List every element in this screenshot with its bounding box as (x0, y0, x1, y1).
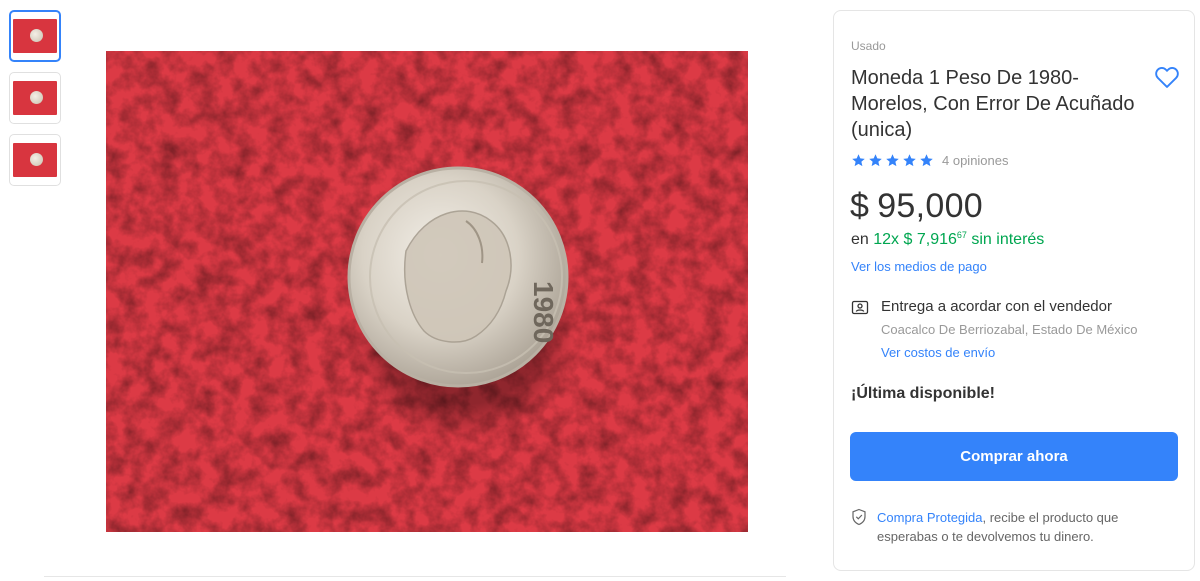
star-icon (886, 154, 899, 167)
product-title: Moneda 1 Peso De 1980- Morelos, Con Erro… (851, 67, 1135, 141)
star-icon (903, 154, 916, 167)
thumbnail-image (13, 143, 57, 177)
price-amount: 95,000 (877, 187, 984, 225)
installments-prefix: en (851, 231, 869, 248)
coin-photo: 1980 (106, 51, 748, 532)
shipping-costs-link[interactable]: Ver costos de envío (881, 345, 995, 360)
thumbnail-2[interactable] (9, 72, 61, 124)
installments-amount: 7,916 (916, 231, 957, 248)
installments-cents: 67 (956, 230, 967, 240)
star-rating (851, 153, 934, 168)
favorite-button[interactable] (1153, 63, 1181, 91)
payment-methods-link[interactable]: Ver los medios de pago (851, 259, 987, 274)
main-product-image[interactable]: 1980 (106, 51, 748, 532)
thumbnail-1[interactable] (9, 10, 61, 62)
installments-count: 12x (873, 231, 900, 248)
thumbnail-image (13, 81, 57, 115)
thumbnail-gallery (9, 10, 61, 196)
rating[interactable]: 4 opiniones (851, 153, 1009, 168)
thumbnail-image (13, 19, 57, 53)
buy-now-button[interactable]: Comprar ahora (850, 432, 1178, 481)
star-icon (920, 154, 933, 167)
protection-link[interactable]: Compra Protegida (877, 510, 983, 525)
coin-year-text: 1980 (528, 281, 559, 343)
seller-location: Coacalco De Berriozabal, Estado De Méxic… (881, 322, 1138, 337)
heart-outline-icon (1155, 67, 1179, 88)
stock-status: ¡Última disponible! (851, 385, 995, 402)
installments-offer: 12x $ 7,91667 sin interés (873, 230, 1045, 248)
divider (44, 576, 786, 577)
item-condition: Usado (851, 39, 886, 53)
protection-text: Compra Protegida, recibe el producto que… (877, 508, 1177, 546)
delivery-title: Entrega a acordar con el vendedor (881, 298, 1112, 315)
installments-currency: $ (903, 231, 913, 248)
shield-check-icon (852, 508, 866, 526)
star-icon (869, 154, 882, 167)
price-currency: $ (850, 187, 870, 225)
purchase-panel: Usado Moneda 1 Peso De 1980- Morelos, Co… (833, 10, 1195, 571)
installments-suffix: sin interés (971, 231, 1045, 248)
installments: en 12x $ 7,91667 sin interés (851, 230, 1044, 249)
price: $95,000 (850, 187, 983, 226)
star-icon (852, 154, 865, 167)
person-card-icon (851, 300, 869, 315)
thumbnail-3[interactable] (9, 134, 61, 186)
opinions-count[interactable]: 4 opiniones (942, 153, 1009, 168)
